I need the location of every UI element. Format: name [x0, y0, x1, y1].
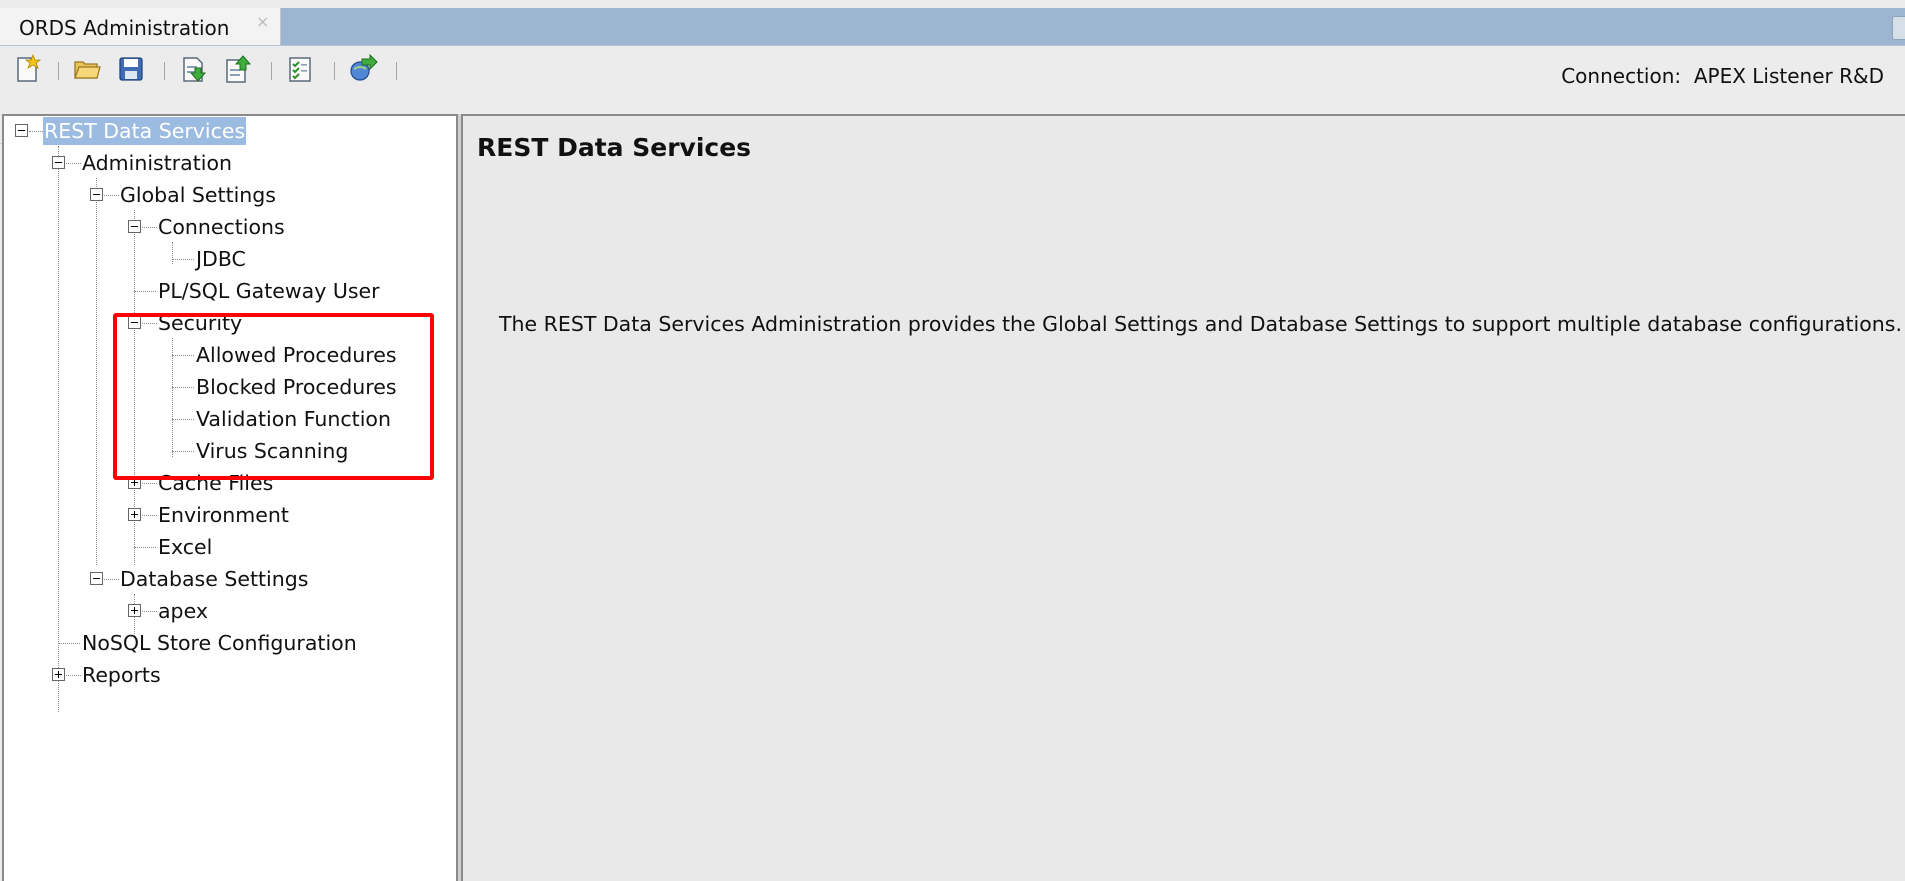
tree-label-global-settings[interactable]: Global Settings: [120, 181, 276, 209]
tab-ords-administration[interactable]: ORDS Administration ×: [0, 8, 281, 46]
tree-node-validation-function: Validation Function: [4, 405, 444, 433]
tree-node-database-settings: Database Settings: [4, 565, 444, 593]
content-title: REST Data Services: [477, 133, 752, 162]
tree-node-reports: Reports: [4, 661, 444, 689]
tree-label-validation-function[interactable]: Validation Function: [196, 405, 391, 433]
tree-node-rest-data-services: REST Data Services: [4, 117, 444, 145]
upload-settings-icon[interactable]: [220, 53, 254, 85]
editor-tab-strip: ORDS Administration ×: [0, 0, 1905, 46]
tree-label-database-settings[interactable]: Database Settings: [120, 565, 308, 593]
retrieve-settings-icon[interactable]: [177, 53, 211, 85]
tree-label-environment[interactable]: Environment: [158, 501, 289, 529]
tree-label-virus-scanning[interactable]: Virus Scanning: [196, 437, 348, 465]
save-icon[interactable]: [114, 53, 148, 85]
tree-label-jdbc[interactable]: JDBC: [196, 245, 246, 273]
tree-label-reports[interactable]: Reports: [82, 661, 161, 689]
tree-node-blocked-procedures: Blocked Procedures: [4, 373, 444, 401]
collapse-icon[interactable]: [128, 316, 141, 329]
expand-icon[interactable]: [128, 604, 141, 617]
tree-label-security[interactable]: Security: [158, 309, 242, 337]
content-description: The REST Data Services Administration pr…: [499, 312, 1902, 336]
tree-label-connections[interactable]: Connections: [158, 213, 285, 241]
tree-node-cache-files: Cache Files: [4, 469, 444, 497]
collapse-icon[interactable]: [52, 156, 65, 169]
tree-label-excel[interactable]: Excel: [158, 533, 212, 561]
validate-settings-icon[interactable]: [283, 53, 317, 85]
navigation-tree: REST Data Services Administration Global…: [2, 114, 458, 881]
expand-icon[interactable]: [128, 508, 141, 521]
tree-node-global-settings: Global Settings: [4, 181, 444, 209]
connection-label: Connection:: [1561, 64, 1682, 88]
tree-label-apex[interactable]: apex: [158, 597, 208, 625]
tree-node-excel: Excel: [4, 533, 444, 561]
collapse-icon[interactable]: [128, 220, 141, 233]
tree-node-plsql-gateway-user: PL/SQL Gateway User: [4, 277, 444, 305]
toolbar: Connection: APEX Listener R&D: [0, 46, 1905, 144]
new-icon[interactable]: [10, 53, 44, 85]
tree-node-jdbc: JDBC: [4, 245, 444, 273]
tree-label-allowed-procedures[interactable]: Allowed Procedures: [196, 341, 397, 369]
connection-value: APEX Listener R&D: [1693, 64, 1884, 88]
tab-bar-background: [281, 8, 1905, 45]
tree-node-allowed-procedures: Allowed Procedures: [4, 341, 444, 369]
collapse-icon[interactable]: [90, 188, 103, 201]
tree-label-blocked-procedures[interactable]: Blocked Procedures: [196, 373, 397, 401]
tree-node-security: Security: [4, 309, 444, 337]
expand-icon[interactable]: [128, 476, 141, 489]
tree-node-virus-scanning: Virus Scanning: [4, 437, 444, 465]
tree-node-apex: apex: [4, 597, 444, 625]
content-panel: REST Data Services The REST Data Service…: [461, 114, 1905, 881]
tree-node-administration: Administration: [4, 149, 444, 177]
tree-label-cache-files[interactable]: Cache Files: [158, 469, 273, 497]
tab-close-icon[interactable]: ×: [256, 12, 269, 31]
tree-label-administration[interactable]: Administration: [82, 149, 232, 177]
collapse-icon[interactable]: [15, 124, 28, 137]
tree-node-nosql-store-configuration: NoSQL Store Configuration: [4, 629, 444, 657]
tree-label-rest-data-services[interactable]: REST Data Services: [43, 117, 247, 145]
connection-status: Connection: APEX Listener R&D: [1561, 64, 1884, 88]
tree-node-connections: Connections: [4, 213, 444, 241]
tree-label-nosql-store-configuration[interactable]: NoSQL Store Configuration: [82, 629, 357, 657]
tab-list-dropdown-icon[interactable]: [1892, 16, 1905, 40]
open-folder-icon[interactable]: [70, 53, 104, 85]
tree-label-plsql-gateway-user[interactable]: PL/SQL Gateway User: [158, 277, 380, 305]
tab-title: ORDS Administration: [19, 16, 230, 40]
connect-icon[interactable]: [346, 53, 380, 85]
collapse-icon[interactable]: [90, 572, 103, 585]
tree-node-environment: Environment: [4, 501, 444, 529]
expand-icon[interactable]: [52, 668, 65, 681]
